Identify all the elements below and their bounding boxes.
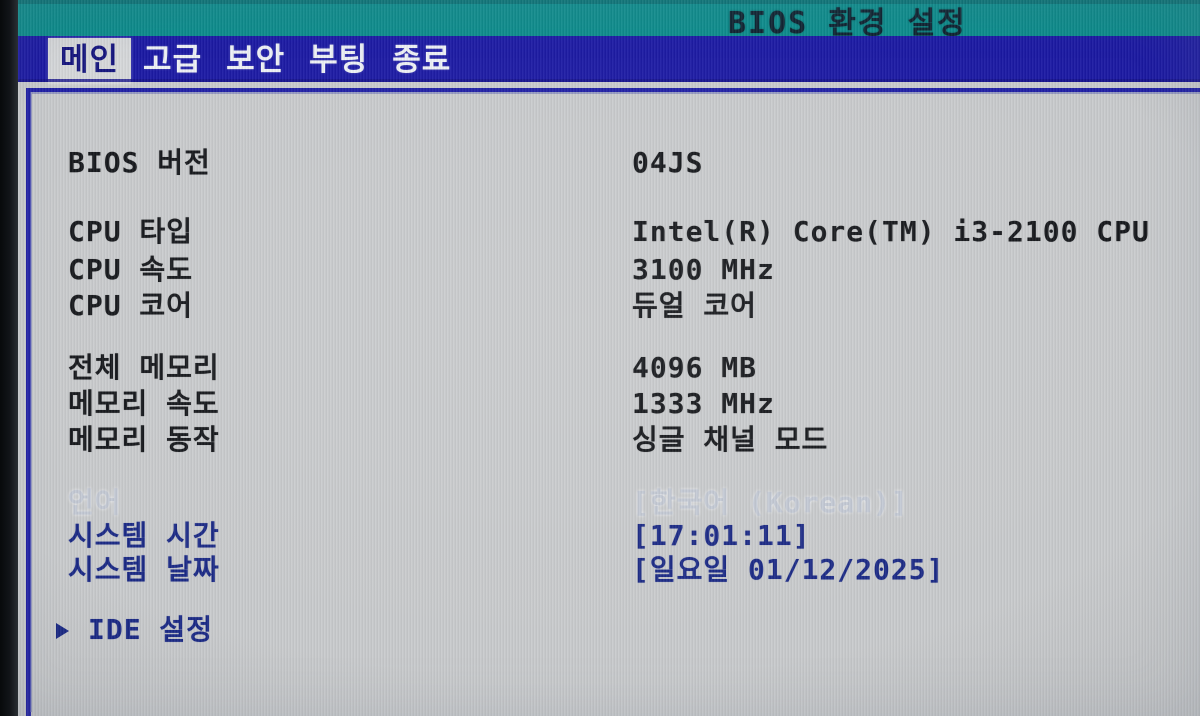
row-cpu-cores: CPU 코어 듀얼 코어 [0,288,1200,324]
label-system-date: 시스템 날짜 [68,553,220,586]
value-cpu-speed: 3100 MHz [632,253,775,286]
label-language: 언어 [68,486,122,519]
label-bios-version: BIOS 버전 [68,146,211,179]
value-cpu-type: Intel(R) Core(TM) i3-2100 CPU [632,215,1150,248]
row-system-date[interactable]: 시스템 날짜 [일요일 01/12/2025] [0,552,1200,588]
label-cpu-cores: CPU 코어 [68,289,193,322]
value-bios-version: 04JS [632,146,704,179]
bios-setup-screen: BIOS 환경 설정 메인 고급 보안 부팅 종료 BIOS 버전 04JS C… [0,0,1200,716]
label-ide-configuration[interactable]: IDE 설정 [88,612,213,648]
row-cpu-type: CPU 타입 Intel(R) Core(TM) i3-2100 CPU [0,214,1200,250]
label-cpu-speed: CPU 속도 [68,253,193,286]
row-bios-version: BIOS 버전 04JS [0,145,1200,181]
label-memory-speed: 메모리 속도 [68,387,220,420]
row-cpu-speed: CPU 속도 3100 MHz [0,252,1200,288]
value-cpu-cores: 듀얼 코어 [632,289,757,322]
label-total-memory: 전체 메모리 [68,351,220,384]
row-system-time[interactable]: 시스템 시간 [17:01:11] [0,518,1200,554]
row-memory-mode: 메모리 동작 싱글 채널 모드 [0,422,1200,458]
row-language[interactable]: 언어 [한국어 (Korean)] [0,485,1200,521]
value-memory-speed: 1333 MHz [632,387,775,420]
row-memory-speed: 메모리 속도 1333 MHz [0,386,1200,422]
value-memory-mode: 싱글 채널 모드 [632,423,829,456]
row-total-memory: 전체 메모리 4096 MB [0,350,1200,386]
right-triangle-icon [56,623,69,639]
value-system-time[interactable]: [17:01:11] [632,518,811,554]
value-total-memory: 4096 MB [632,351,758,384]
label-memory-mode: 메모리 동작 [68,423,220,456]
value-language[interactable]: [한국어 (Korean)] [632,485,909,521]
main-panel: BIOS 버전 04JS CPU 타입 Intel(R) Core(TM) i3… [0,0,1200,716]
label-cpu-type: CPU 타입 [68,215,193,248]
row-ide-configuration[interactable]: IDE 설정 [0,612,1200,648]
value-system-date[interactable]: [일요일 01/12/2025] [632,552,944,588]
label-system-time: 시스템 시간 [68,519,220,552]
